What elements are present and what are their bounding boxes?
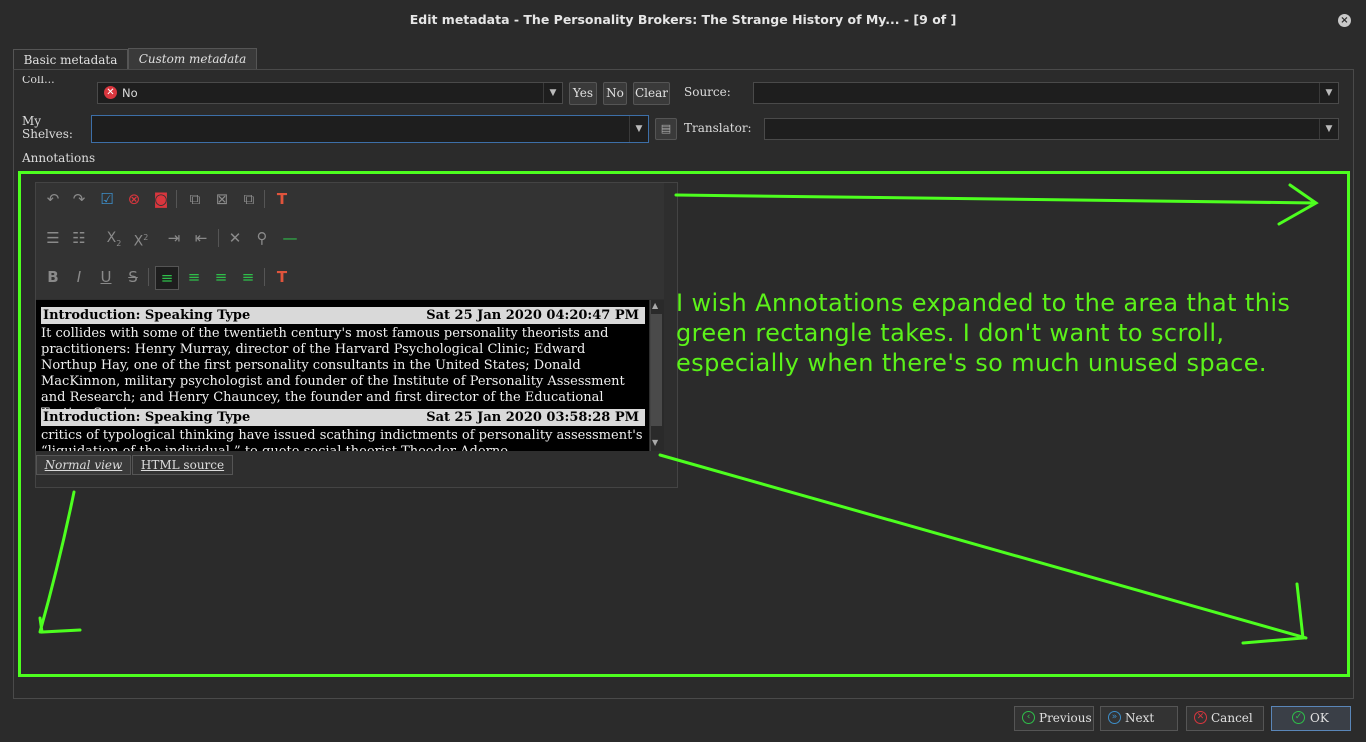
ok-label: OK	[1310, 711, 1329, 725]
next-button[interactable]: » Next	[1100, 706, 1178, 731]
ok-icon: ✓	[1292, 711, 1305, 724]
arrow-right	[674, 183, 1319, 226]
next-icon: »	[1108, 711, 1121, 724]
previous-button[interactable]: ‹ Previous	[1014, 706, 1094, 731]
cancel-label: Cancel	[1211, 711, 1253, 725]
previous-icon: ‹	[1022, 711, 1035, 724]
previous-label: Previous	[1039, 711, 1092, 725]
ok-button[interactable]: ✓ OK	[1271, 706, 1351, 731]
cancel-icon: ✕	[1194, 711, 1207, 724]
arrow-down	[38, 490, 82, 634]
annotation-comment: I wish Annotations expanded to the area …	[676, 289, 1291, 377]
arrow-diagonal	[658, 453, 1308, 645]
next-label: Next	[1125, 711, 1155, 725]
cancel-button[interactable]: ✕ Cancel	[1186, 706, 1264, 731]
